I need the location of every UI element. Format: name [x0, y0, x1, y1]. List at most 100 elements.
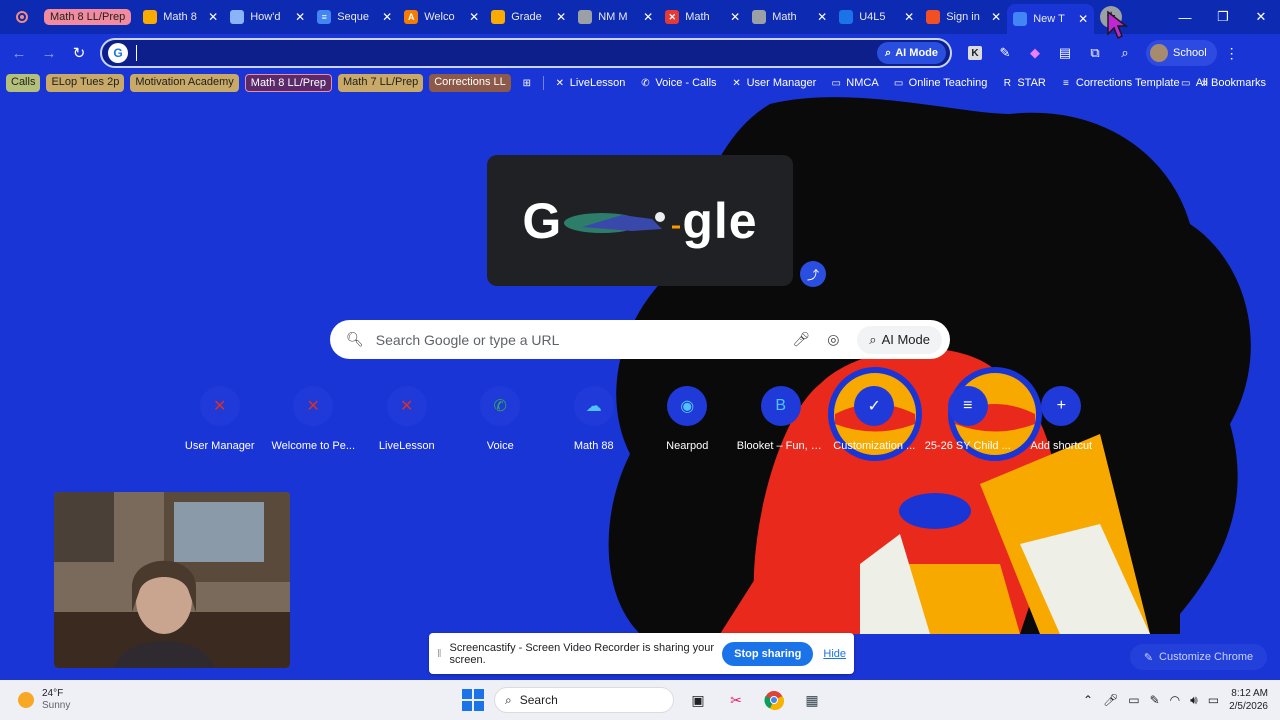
- browser-tab[interactable]: Math 8 ✕: [137, 3, 224, 31]
- shortcut-tile[interactable]: ☁ Math 88: [547, 386, 641, 452]
- webcam-overlay: [54, 492, 290, 668]
- tab-search-button[interactable]: [0, 0, 44, 34]
- close-tab-icon[interactable]: ✕: [904, 10, 914, 24]
- extension-k-icon[interactable]: K: [962, 40, 988, 66]
- restore-button[interactable]: ❐: [1204, 0, 1242, 34]
- share-doodle-icon[interactable]: ⤴: [800, 261, 826, 287]
- shortcut-tile[interactable]: ✆ Voice: [454, 386, 548, 452]
- bookmark-link[interactable]: ▭ NMCA: [826, 77, 882, 89]
- calculator-icon[interactable]: ▦: [798, 686, 826, 714]
- close-tab-icon[interactable]: ✕: [556, 10, 566, 24]
- close-tab-icon[interactable]: ✕: [817, 10, 827, 24]
- clock[interactable]: 8:12 AM 2/5/2026: [1229, 687, 1268, 713]
- close-tab-icon[interactable]: ✕: [382, 10, 392, 24]
- apps-grid-icon[interactable]: ⊞: [517, 77, 537, 89]
- bookmark-group-chip[interactable]: Math 8 LL/Prep: [244, 74, 332, 92]
- microphone-icon[interactable]: 🎤︎: [787, 326, 815, 354]
- bookmark-label: User Manager: [746, 77, 817, 89]
- bookmark-group-chip[interactable]: Motivation Academy: [130, 74, 239, 92]
- forward-button[interactable]: →: [34, 38, 64, 68]
- kebab-menu-icon[interactable]: ⋮: [1225, 45, 1239, 62]
- bookmark-link[interactable]: ✆ Voice - Calls: [635, 77, 720, 89]
- browser-tab[interactable]: A Welco ✕: [398, 3, 485, 31]
- bookmark-link[interactable]: R STAR: [997, 77, 1050, 89]
- shortcut-tile[interactable]: ✕ Welcome to Pe...: [267, 386, 361, 452]
- bookmark-link[interactable]: ▭ Online Teaching: [889, 77, 992, 89]
- close-tab-icon[interactable]: ✕: [991, 10, 1001, 24]
- snipping-tool-icon[interactable]: ✂: [722, 686, 750, 714]
- shortcut-tile[interactable]: ✓ Customization ...: [828, 386, 922, 452]
- windows-start-icon[interactable]: [462, 689, 484, 711]
- tab-list: Math 8 ✕ How'd ✕ ≡ Seque ✕ A Welco ✕ Grade ✕ NM M ✕ ✕ M…: [137, 0, 1095, 34]
- sun-icon: [18, 692, 34, 708]
- ntp-ai-mode-button[interactable]: ⌕ AI Mode: [857, 325, 942, 354]
- profile-button[interactable]: School: [1146, 40, 1217, 66]
- close-tab-icon[interactable]: ✕: [295, 10, 305, 24]
- stop-sharing-button[interactable]: Stop sharing: [722, 641, 814, 666]
- pen-extension-icon[interactable]: ✎: [992, 40, 1018, 66]
- microphone-tray-icon[interactable]: 🎤︎: [1103, 693, 1118, 707]
- tab-title: How'd: [250, 11, 281, 23]
- weather-widget[interactable]: 24°F Sunny: [0, 688, 300, 712]
- chevron-up-icon[interactable]: ⌃: [1083, 693, 1093, 707]
- close-tab-icon[interactable]: ✕: [208, 10, 218, 24]
- tab-search-icon[interactable]: ⌕: [1112, 40, 1138, 66]
- taskbar-search[interactable]: ⌕ Search: [494, 687, 674, 713]
- pen-tray-icon[interactable]: ✎: [1150, 693, 1160, 707]
- browser-tab[interactable]: Math ✕: [746, 3, 833, 31]
- bookmark-link[interactable]: ✕ User Manager: [727, 77, 821, 89]
- ai-mode-button[interactable]: ⌕ AI Mode: [877, 42, 946, 64]
- bookmark-group-chip[interactable]: Math 7 LL/Prep: [338, 74, 424, 92]
- close-window-button[interactable]: ✕: [1242, 0, 1280, 34]
- minimize-button[interactable]: —: [1166, 0, 1204, 34]
- shortcut-tile[interactable]: + Add shortcut: [1015, 386, 1109, 452]
- reload-button[interactable]: ↻: [64, 38, 94, 68]
- all-bookmarks-button[interactable]: ▭ All Bookmarks: [1176, 72, 1270, 94]
- browser-tab[interactable]: ✕ Math ✕: [659, 3, 746, 31]
- tab-favicon-icon: A: [404, 10, 419, 24]
- browser-tab[interactable]: Sign in ✕: [920, 3, 1007, 31]
- back-button[interactable]: ←: [4, 38, 34, 68]
- extensions-puzzle-icon[interactable]: ⧉: [1082, 40, 1108, 66]
- tab-group-chip[interactable]: Math 8 LL/Prep: [44, 9, 132, 25]
- drag-handle-icon[interactable]: ‖: [437, 648, 442, 660]
- bookmark-link[interactable]: ≡ Corrections Template: [1056, 77, 1184, 89]
- customize-chrome-button[interactable]: ✎ Customize Chrome: [1130, 644, 1267, 670]
- printer-extension-icon[interactable]: ▤: [1052, 40, 1078, 66]
- bookmark-link[interactable]: ✕ LiveLesson: [550, 77, 630, 89]
- bookmark-group-chip[interactable]: ELop Tues 2p: [46, 74, 125, 92]
- bookmark-group-chip[interactable]: Calls: [6, 74, 41, 92]
- chrome-icon[interactable]: [760, 686, 788, 714]
- shortcut-tile[interactable]: ✕ User Manager: [173, 386, 267, 452]
- hide-share-bar-link[interactable]: Hide: [823, 648, 846, 660]
- google-lens-icon[interactable]: ◎: [819, 326, 847, 354]
- close-tab-icon[interactable]: ✕: [469, 10, 479, 24]
- task-view-icon[interactable]: ▣: [684, 686, 712, 714]
- browser-tab[interactable]: U4L5 ✕: [833, 3, 920, 31]
- shortcut-tile[interactable]: ◉ Nearpod: [641, 386, 735, 452]
- search-placeholder[interactable]: Search Google or type a URL: [376, 332, 784, 348]
- shortcut-tile[interactable]: ✕ LiveLesson: [360, 386, 454, 452]
- close-tab-icon[interactable]: ✕: [643, 10, 653, 24]
- screencastify-icon[interactable]: ◆: [1022, 40, 1048, 66]
- browser-tab[interactable]: ≡ Seque ✕: [311, 3, 398, 31]
- bookmark-group-chip[interactable]: Corrections LL: [429, 74, 511, 92]
- device-icon[interactable]: ▭: [1128, 693, 1139, 707]
- shortcut-tile[interactable]: B Blooket – Fun, F...: [734, 386, 828, 452]
- close-tab-icon[interactable]: ✕: [1078, 12, 1088, 26]
- browser-tab[interactable]: Grade ✕: [485, 3, 572, 31]
- bookmarks-bar: Calls ELop Tues 2p Motivation Academy Math …: [0, 72, 1280, 94]
- google-doodle[interactable]: G gle: [487, 155, 793, 286]
- ntp-search-box[interactable]: 🔍︎ Search Google or type a URL 🎤︎ ◎ ⌕ AI…: [330, 320, 950, 359]
- browser-tab[interactable]: How'd ✕: [224, 3, 311, 31]
- battery-icon[interactable]: ▭: [1208, 693, 1219, 707]
- shortcut-tile[interactable]: ≡ 25-26 SY Child ...: [921, 386, 1015, 452]
- volume-icon[interactable]: 🔊︎: [1190, 693, 1198, 708]
- browser-tab[interactable]: NM M ✕: [572, 3, 659, 31]
- shortcut-icon: ◉: [667, 386, 708, 426]
- address-bar[interactable]: G ⌕ AI Mode: [100, 38, 952, 68]
- wifi-icon[interactable]: ◠: [1170, 693, 1180, 707]
- tab-favicon-icon: [143, 10, 158, 24]
- browser-tab[interactable]: New T ✕: [1007, 4, 1095, 34]
- close-tab-icon[interactable]: ✕: [730, 10, 740, 24]
